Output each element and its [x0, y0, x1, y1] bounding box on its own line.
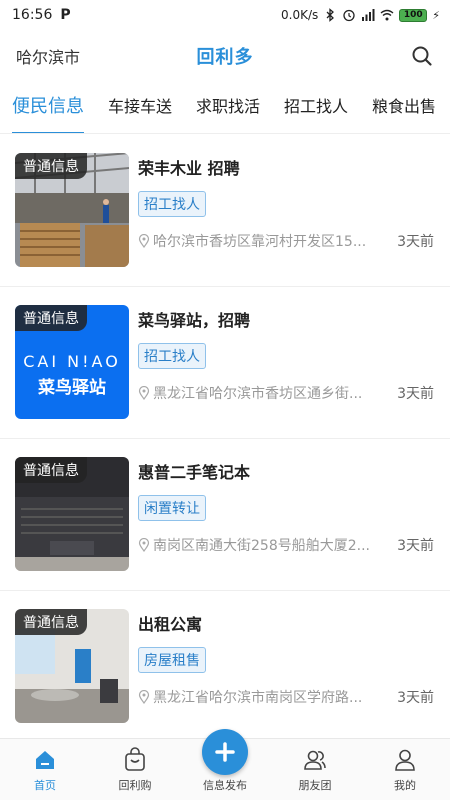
- status-bar-right: 0.0K/s 100 ⚡: [281, 8, 440, 22]
- listing-category-tag: 房屋租售: [138, 647, 206, 673]
- wifi-icon: [380, 9, 394, 21]
- app-notification-icon: P: [60, 7, 71, 23]
- cainiao-chinese-text: 菜鸟驿站: [37, 377, 106, 398]
- tab-hiring[interactable]: 招工找人: [272, 84, 360, 133]
- location-text: 哈尔滨市香坊区靠河村开发区15...: [153, 234, 367, 250]
- list-item[interactable]: CAI N!AO 菜鸟驿站 普通信息 菜鸟驿站，招聘 招工找人 黑龙江省哈尔滨市…: [0, 287, 450, 439]
- tab-job-seeking[interactable]: 求职找活: [184, 84, 272, 133]
- cainiao-logo: CAI N!AO 菜鸟驿站 普通信息: [15, 305, 129, 419]
- battery-icon: 100: [399, 8, 428, 22]
- location-text: 南岗区南通大街258号船舶大厦2...: [153, 538, 370, 554]
- nav-friends-label: 朋友团: [298, 779, 332, 792]
- listing-category-tag: 闲置转让: [138, 495, 206, 521]
- location-pin-icon: [138, 538, 150, 552]
- category-tabs: 便民信息 车接车送 求职找活 招工找人 粮食出售: [0, 84, 450, 134]
- nav-post-label: 信息发布: [203, 779, 247, 792]
- network-speed: 0.0K/s: [281, 8, 319, 22]
- nav-shop[interactable]: 回利购: [90, 739, 180, 800]
- listing-category-tag: 招工找人: [138, 343, 206, 369]
- list-item[interactable]: 普通信息 惠普二手笔记本 闲置转让 南岗区南通大街258号船舶大厦2... 3天…: [0, 439, 450, 591]
- city-selector[interactable]: 哈尔滨市: [16, 44, 80, 68]
- listing-location: 哈尔滨市香坊区靠河村开发区15...: [138, 231, 378, 251]
- listing-location: 黑龙江省哈尔滨市南岗区学府路...: [138, 687, 378, 707]
- listing-title: 出租公寓: [138, 615, 203, 634]
- tab-car-transport[interactable]: 车接车送: [96, 84, 184, 133]
- listing-badge: 普通信息: [15, 153, 87, 179]
- app-title: 回利多: [196, 47, 254, 68]
- shopping-bag-icon: [125, 747, 145, 771]
- listing-feed: 普通信息 荣丰木业 招聘 招工找人 哈尔滨市香坊区靠河村开发区15... 3天前…: [0, 135, 450, 738]
- listing-badge: 普通信息: [15, 305, 87, 331]
- charging-icon: ⚡: [432, 8, 440, 22]
- apartment-photo: 普通信息: [15, 609, 129, 723]
- bottom-navigation: 首页 回利购 信息发布 朋友团 我的: [0, 729, 450, 800]
- listing-title: 菜鸟驿站，招聘: [138, 311, 251, 330]
- list-item[interactable]: 普通信息 荣丰木业 招聘 招工找人 哈尔滨市香坊区靠河村开发区15... 3天前: [0, 135, 450, 287]
- app-header: 哈尔滨市 回利多: [0, 30, 450, 82]
- group-icon: [304, 750, 326, 770]
- listing-category-tag: 招工找人: [138, 191, 206, 217]
- listing-title: 惠普二手笔记本: [138, 463, 251, 482]
- status-bar-left: 16:56 P: [12, 7, 71, 23]
- list-item[interactable]: 普通信息 出租公寓 房屋租售 黑龙江省哈尔滨市南岗区学府路... 3天前: [0, 591, 450, 738]
- location-pin-icon: [138, 386, 150, 400]
- post-button[interactable]: [202, 729, 248, 775]
- nav-friends[interactable]: 朋友团: [270, 739, 360, 800]
- location-pin-icon: [138, 234, 150, 248]
- listing-badge: 普通信息: [15, 457, 87, 483]
- listing-time: 3天前: [397, 538, 434, 554]
- status-bar: 16:56 P 0.0K/s 100 ⚡: [0, 0, 450, 30]
- laptop-photo: 普通信息: [15, 457, 129, 571]
- listing-title: 荣丰木业 招聘: [138, 159, 240, 178]
- user-icon: [395, 749, 415, 771]
- nav-profile[interactable]: 我的: [360, 739, 450, 800]
- signal-icon: [362, 9, 375, 21]
- listing-time: 3天前: [397, 234, 434, 250]
- location-text: 黑龙江省哈尔滨市南岗区学府路...: [153, 690, 363, 706]
- nav-post[interactable]: 信息发布: [180, 729, 270, 800]
- factory-photo: 普通信息: [15, 153, 129, 267]
- nav-profile-label: 我的: [394, 779, 416, 792]
- search-icon[interactable]: [410, 44, 434, 68]
- home-icon: [36, 751, 54, 769]
- alarm-icon: [343, 9, 355, 22]
- nav-shop-label: 回利购: [118, 779, 152, 792]
- location-text: 黑龙江省哈尔滨市香坊区通乡街...: [153, 386, 363, 402]
- tab-grain-sale[interactable]: 粮食出售: [360, 84, 448, 133]
- listing-time: 3天前: [397, 690, 434, 706]
- tab-convenience-info[interactable]: 便民信息: [0, 84, 96, 133]
- status-time: 16:56: [12, 7, 53, 23]
- listing-time: 3天前: [397, 386, 434, 402]
- cainiao-latin-text: CAI N!AO: [23, 352, 121, 371]
- listing-location: 南岗区南通大街258号船舶大厦2...: [138, 535, 378, 555]
- nav-home[interactable]: 首页: [0, 739, 90, 800]
- plus-icon: [215, 742, 235, 762]
- location-pin-icon: [138, 690, 150, 704]
- listing-location: 黑龙江省哈尔滨市香坊区通乡街...: [138, 383, 378, 403]
- nav-home-label: 首页: [34, 779, 56, 792]
- listing-badge: 普通信息: [15, 609, 87, 635]
- bluetooth-icon: [326, 8, 335, 22]
